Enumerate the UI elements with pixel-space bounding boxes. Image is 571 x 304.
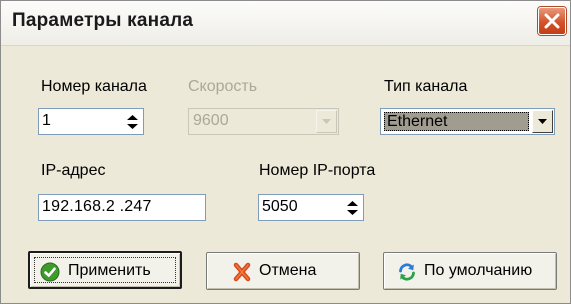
close-button[interactable]: [538, 7, 566, 35]
channel-type-selection: Ethernet: [384, 112, 529, 131]
channel-type-value: Ethernet: [387, 113, 448, 130]
ip-address-value: 192.168.2 .247: [42, 198, 152, 215]
dialog-title: Параметры канала: [12, 10, 194, 31]
spin-arrows-icon[interactable]: [346, 200, 359, 216]
ip-port-spinner[interactable]: 5050: [258, 194, 364, 221]
channel-params-dialog: Параметры канала Номер канала Скорость Т…: [0, 0, 571, 304]
channel-number-value: 1: [42, 112, 51, 129]
cancel-button-label: Отмена: [259, 262, 317, 279]
chevron-down-icon: [322, 119, 331, 124]
close-icon: [544, 13, 560, 29]
apply-button[interactable]: Применить: [28, 251, 182, 289]
ip-port-label: Номер IP-порта: [259, 162, 376, 179]
speed-dropdown-button[interactable]: [316, 110, 337, 133]
ip-address-field[interactable]: 192.168.2 .247: [38, 194, 206, 221]
ip-port-value: 5050: [262, 198, 298, 215]
defaults-button[interactable]: По умолчанию: [383, 252, 557, 290]
channel-number-spinner[interactable]: 1: [38, 108, 144, 135]
chevron-down-icon: [538, 119, 547, 124]
title-bar[interactable]: Параметры канала: [1, 1, 570, 46]
cross-icon: [233, 262, 251, 282]
spin-arrows-icon[interactable]: [126, 114, 139, 130]
refresh-icon: [399, 263, 415, 281]
channel-type-label: Тип канала: [384, 78, 468, 95]
apply-button-label: Применить: [68, 262, 151, 279]
ip-address-label: IP-адрес: [41, 162, 106, 179]
speed-value: 9600: [193, 112, 229, 129]
channel-number-label: Номер канала: [41, 78, 147, 95]
speed-combobox[interactable]: 9600: [188, 108, 339, 135]
channel-type-combobox[interactable]: Ethernet: [380, 108, 555, 135]
channel-type-dropdown-button[interactable]: [532, 110, 553, 133]
check-icon: [40, 262, 60, 282]
defaults-button-label: По умолчанию: [424, 262, 533, 279]
speed-label: Скорость: [188, 78, 258, 95]
cancel-button[interactable]: Отмена: [206, 252, 360, 290]
